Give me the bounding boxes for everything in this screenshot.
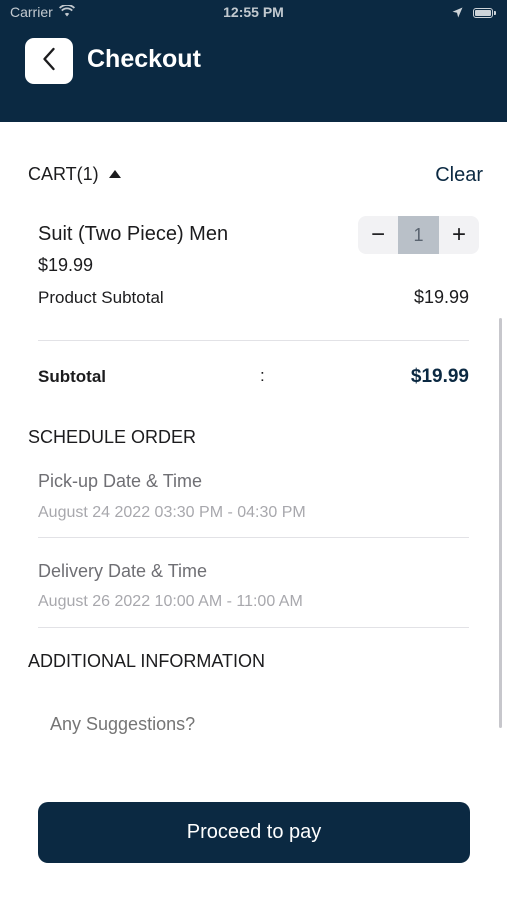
page-title: Checkout bbox=[87, 45, 201, 73]
quantity-stepper: − 1 + bbox=[358, 216, 479, 254]
subtotal-label: Subtotal bbox=[38, 367, 106, 386]
proceed-to-pay-button[interactable]: Proceed to pay bbox=[38, 802, 470, 863]
increment-button[interactable]: + bbox=[439, 216, 479, 254]
back-button[interactable] bbox=[25, 38, 73, 84]
status-bar: Carrier 12:55 PM bbox=[0, 0, 507, 28]
subtotal-separator: : bbox=[260, 366, 265, 385]
delivery-label: Delivery Date & Time bbox=[38, 561, 208, 581]
scrollbar[interactable] bbox=[499, 318, 502, 728]
cart-title: CART(1) bbox=[28, 164, 99, 184]
product-subtotal-value: $19.99 bbox=[413, 287, 469, 307]
battery-icon bbox=[473, 8, 496, 18]
suggestions-input[interactable] bbox=[50, 714, 450, 735]
divider bbox=[38, 627, 469, 628]
divider bbox=[38, 537, 469, 538]
subtotal-row: Subtotal $19.99 bbox=[38, 366, 469, 388]
status-right-group bbox=[452, 5, 496, 21]
app-header: Carrier 12:55 PM Checkout bbox=[0, 0, 507, 122]
subtotal-value: $19.99 bbox=[410, 366, 469, 387]
clear-cart-button[interactable]: Clear bbox=[435, 164, 483, 187]
item-price: $19.99 bbox=[38, 255, 94, 275]
chevron-left-icon bbox=[42, 47, 56, 76]
location-arrow-icon bbox=[452, 5, 463, 21]
divider bbox=[38, 340, 469, 341]
schedule-order-title: SCHEDULE ORDER bbox=[28, 427, 197, 447]
quantity-value[interactable]: 1 bbox=[398, 216, 439, 254]
product-subtotal-row: Product Subtotal $19.99 bbox=[38, 287, 469, 308]
additional-info-title: ADDITIONAL INFORMATION bbox=[28, 651, 266, 671]
item-name: Suit (Two Piece) Men bbox=[38, 223, 229, 245]
delivery-value: August 26 2022 10:00 AM - 11:00 AM bbox=[38, 593, 303, 610]
pickup-value: August 24 2022 03:30 PM - 04:30 PM bbox=[38, 504, 306, 521]
decrement-button[interactable]: − bbox=[358, 216, 398, 254]
cart-toggle[interactable]: CART(1) bbox=[28, 164, 121, 185]
pickup-label: Pick-up Date & Time bbox=[38, 471, 203, 491]
product-subtotal-label: Product Subtotal bbox=[38, 287, 164, 307]
caret-up-icon bbox=[108, 169, 121, 178]
status-time: 12:55 PM bbox=[223, 4, 284, 20]
